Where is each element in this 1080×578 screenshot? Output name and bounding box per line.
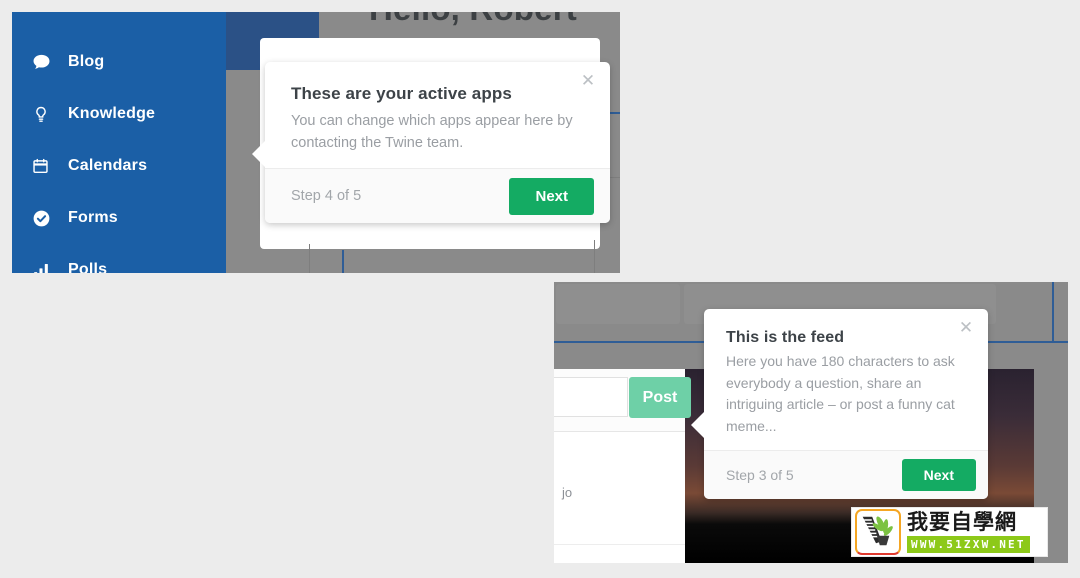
sidebar-item-polls[interactable]: Polls bbox=[12, 244, 226, 273]
page-title: Hello, Robert bbox=[369, 12, 577, 28]
divider-vertical bbox=[342, 250, 344, 273]
tooltip-body: This is the feed Here you have 180 chara… bbox=[704, 309, 988, 450]
tooltip-footer: Step 4 of 5 Next bbox=[265, 168, 610, 224]
close-icon[interactable]: ✕ bbox=[956, 318, 976, 338]
sidebar-item-forms[interactable]: Forms bbox=[12, 192, 226, 244]
chat-bubble-icon bbox=[32, 53, 68, 72]
post-button[interactable]: Post bbox=[629, 377, 691, 418]
sidebar-item-label: Forms bbox=[68, 209, 118, 226]
calendar-icon bbox=[32, 157, 68, 175]
divider-vertical bbox=[1052, 282, 1054, 342]
sidebar-item-label: Knowledge bbox=[68, 105, 156, 122]
step-indicator: Step 4 of 5 bbox=[291, 188, 362, 205]
sidebar-item-blog[interactable]: Blog bbox=[12, 36, 226, 88]
tooltip-body: These are your active apps You can chang… bbox=[265, 62, 610, 168]
sidebar-item-calendars[interactable]: Calendars bbox=[12, 140, 226, 192]
lightbulb-icon bbox=[32, 105, 68, 124]
feed-column: Post jo bbox=[554, 369, 691, 563]
sidebar: Blog Knowledge Calendars Forms Polls bbox=[12, 12, 226, 273]
panel-seam-right bbox=[594, 240, 595, 273]
greeting-bar: Hello, Robert bbox=[319, 12, 620, 38]
next-button[interactable]: Next bbox=[509, 177, 594, 215]
feed-row-divider bbox=[554, 544, 685, 545]
watermark-logo-icon bbox=[855, 509, 901, 555]
tooltip-arrow-icon bbox=[252, 140, 266, 168]
tooltip-title: These are your active apps bbox=[291, 84, 512, 103]
close-icon[interactable]: ✕ bbox=[578, 71, 598, 91]
step-indicator: Step 3 of 5 bbox=[726, 466, 794, 483]
tooltip-title: This is the feed bbox=[726, 329, 845, 346]
tooltip-feed: ✕ This is the feed Here you have 180 cha… bbox=[691, 309, 988, 499]
header-block-left bbox=[556, 284, 680, 324]
tooltip-footer: Step 3 of 5 Next bbox=[704, 449, 988, 499]
sidebar-item-label: Polls bbox=[68, 261, 108, 273]
post-composer: Post bbox=[554, 369, 691, 432]
tooltip-description: Here you have 180 characters to ask ever… bbox=[726, 353, 955, 435]
next-button[interactable]: Next bbox=[901, 458, 976, 491]
sidebar-item-knowledge[interactable]: Knowledge bbox=[12, 88, 226, 140]
sidebar-item-label: Calendars bbox=[68, 157, 148, 174]
panel-seam-left bbox=[309, 244, 310, 273]
tooltip-arrow-icon bbox=[691, 411, 705, 439]
watermark: 我要自學網 WWW.51ZXW.NET bbox=[852, 508, 1047, 556]
top-screenshot-panel: Hello, Robert Blog Knowledge bbox=[12, 12, 620, 273]
feed-text-fragment: jo bbox=[562, 485, 573, 500]
check-circle-icon bbox=[32, 209, 68, 228]
watermark-brand: 我要自學網 bbox=[907, 509, 1017, 534]
tooltip-description: You can change which apps appear here by… bbox=[291, 113, 573, 152]
tooltip-active-apps: ✕ These are your active apps You can cha… bbox=[252, 62, 610, 224]
watermark-url: WWW.51ZXW.NET bbox=[907, 535, 1030, 553]
bar-chart-icon bbox=[32, 261, 68, 273]
watermark-text-group: 我要自學網 WWW.51ZXW.NET bbox=[907, 509, 1030, 553]
post-input[interactable] bbox=[554, 377, 628, 417]
sidebar-item-label: Blog bbox=[68, 53, 105, 70]
